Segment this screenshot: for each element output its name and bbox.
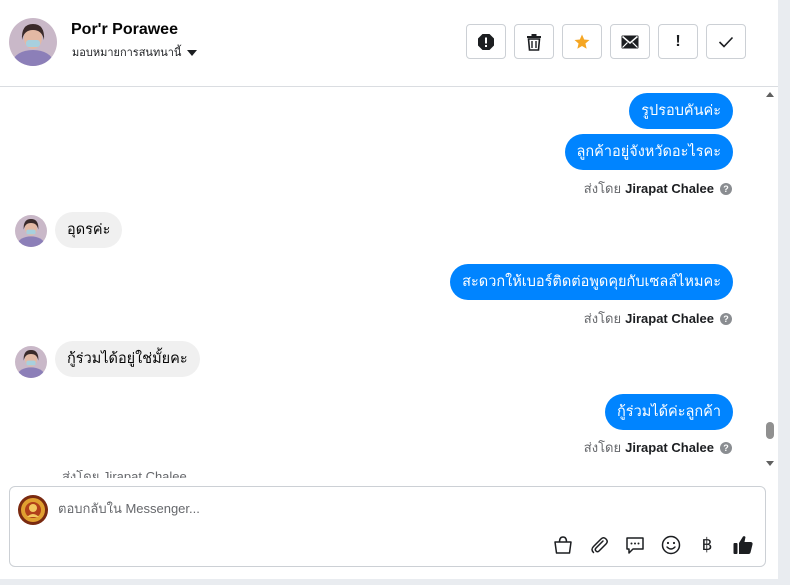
sent-by-label: ส่งโดย (583, 440, 622, 455)
star-icon (574, 34, 590, 49)
message-thread: รูปรอบคันค่ะ ลูกค้าอยู่จังหวัดอะไรคะ ส่ง… (0, 88, 760, 478)
sent-by-note: ส่งโดย Jirapat Chalee ? (584, 437, 732, 458)
composer-tools: ฿ (552, 534, 754, 556)
mark-done-button[interactable] (706, 24, 746, 59)
reply-composer: ฿ (9, 486, 766, 567)
outgoing-message: รูปรอบคันค่ะ (629, 93, 733, 129)
scroll-up-arrow-icon[interactable] (766, 92, 774, 97)
sent-by-note: ส่งโดย Jirapat Chalee ? (584, 308, 732, 329)
sent-by-note: ส่งโดย Jirapat Chalee ? (584, 178, 732, 199)
payment-button[interactable]: ฿ (696, 534, 718, 556)
thread-scrollbar[interactable] (762, 88, 778, 478)
assign-label: มอบหมายการสนทนานี้ (72, 47, 182, 59)
header-actions: ! (466, 24, 746, 59)
paperclip-icon (591, 537, 608, 554)
outgoing-message: ลูกค้าอยู่จังหวัดอะไรคะ (564, 134, 733, 170)
sender-name: Jirapat Chalee (625, 440, 714, 455)
help-icon[interactable]: ? (720, 441, 732, 454)
baht-icon: ฿ (701, 535, 713, 555)
saved-replies-button[interactable] (624, 534, 646, 556)
reply-input[interactable] (58, 501, 748, 516)
contact-avatar-small (15, 215, 47, 247)
emoji-icon (661, 535, 681, 555)
help-icon[interactable]: ? (720, 312, 732, 325)
outgoing-message: สะดวกให้เบอร์ติดต่อพูดคุยกับเซลล์ไหมคะ (450, 264, 733, 300)
contact-avatar-small (15, 346, 47, 378)
spam-icon (478, 33, 494, 50)
mark-spam-button[interactable] (466, 24, 506, 59)
window-bottom-edge (0, 579, 790, 585)
incoming-message: กู้ร่วมได้อยู่ใช่มั้ยคะ (55, 341, 200, 377)
assign-conversation-dropdown[interactable]: มอบหมายการสนทนานี้ (72, 43, 198, 61)
sender-name: Jirapat Chalee (625, 311, 714, 326)
star-button[interactable] (562, 24, 602, 59)
sent-by-label: ส่งโดย (583, 311, 622, 326)
outgoing-message: กู้ร่วมได้ค่ะลูกค้า (605, 394, 733, 430)
delete-button[interactable] (514, 24, 554, 59)
saved-reply-icon (626, 537, 644, 554)
help-icon[interactable]: ? (720, 182, 732, 195)
emoji-button[interactable] (660, 534, 682, 556)
trash-icon (527, 33, 541, 51)
thumbs-up-icon (733, 536, 753, 554)
incoming-message: อุดรค่ะ (55, 212, 123, 248)
sent-by-label: ส่งโดย (583, 181, 622, 196)
follow-up-button[interactable]: ! (658, 24, 698, 59)
window-edge (778, 0, 790, 585)
shop-button[interactable] (552, 534, 574, 556)
conversation-header: Por'r Porawee มอบหมายการสนทนานี้ ! (0, 0, 778, 87)
exclamation-icon: ! (675, 32, 681, 50)
page-avatar (18, 495, 48, 525)
envelope-icon (621, 35, 639, 48)
contact-name: Por'r Porawee (71, 21, 178, 38)
basket-icon (554, 536, 572, 554)
truncated-note: ส่งโดย Jirapat Chalee (62, 470, 187, 478)
attach-button[interactable] (588, 534, 610, 556)
like-button[interactable] (732, 534, 754, 556)
contact-avatar[interactable] (9, 18, 57, 66)
caret-down-icon (187, 49, 198, 56)
scroll-down-arrow-icon[interactable] (766, 461, 774, 466)
mark-unread-button[interactable] (610, 24, 650, 59)
scrollbar-thumb[interactable] (766, 422, 774, 439)
check-icon (718, 36, 734, 48)
sender-name: Jirapat Chalee (625, 181, 714, 196)
